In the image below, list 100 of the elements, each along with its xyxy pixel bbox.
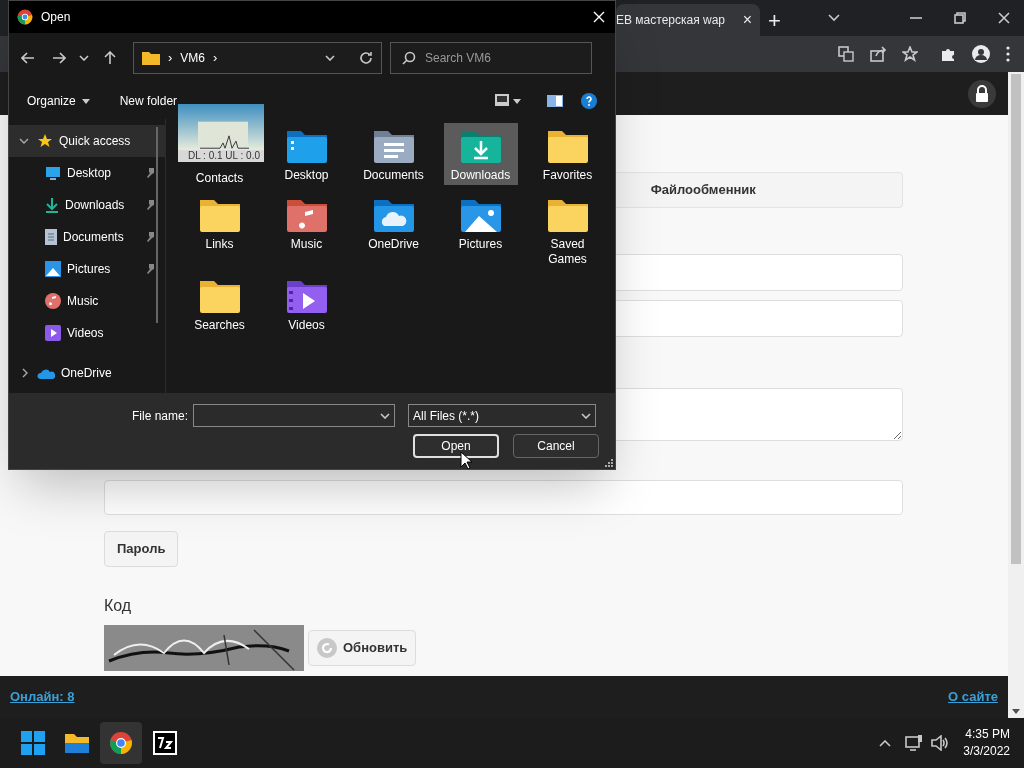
- file-name-field[interactable]: [193, 404, 395, 427]
- nav-item-label: Downloads: [65, 197, 126, 214]
- pin-icon: [145, 232, 155, 242]
- nav-item[interactable]: Videos: [9, 317, 165, 349]
- nav-item[interactable]: Documents: [9, 221, 165, 253]
- close-icon[interactable]: [998, 12, 1010, 24]
- star-icon: [37, 133, 53, 149]
- browser-icon: [109, 731, 133, 755]
- chevron-down-icon: [380, 412, 390, 419]
- dialog-title: Open: [41, 9, 72, 26]
- nav-item[interactable]: OneDrive: [9, 357, 165, 389]
- nav-item-label: Pictures: [67, 261, 112, 278]
- back-icon[interactable]: [21, 52, 35, 64]
- nav-item-label: Videos: [67, 325, 105, 342]
- path-separator[interactable]: ›: [213, 48, 218, 68]
- refresh-icon[interactable]: [359, 51, 373, 65]
- new-tab-button[interactable]: +: [768, 10, 781, 32]
- about-link[interactable]: О сайте: [948, 687, 998, 707]
- scrollbar[interactable]: [1008, 72, 1024, 718]
- folder-item[interactable]: Contacts: [182, 168, 257, 188]
- archive-icon: [153, 731, 177, 755]
- nav-item-label: Documents: [63, 229, 125, 246]
- nav-item[interactable]: Desktop: [9, 157, 165, 189]
- scroll-down-icon[interactable]: [1012, 709, 1020, 714]
- share-icon[interactable]: [870, 46, 886, 62]
- folder-item[interactable]: Downloads: [443, 123, 518, 185]
- download-icon: [45, 197, 59, 213]
- folder-item[interactable]: Music: [269, 192, 344, 254]
- tab-title: EB мастерская wap: [616, 12, 725, 29]
- chevron-down-icon: [581, 412, 591, 419]
- profile-icon[interactable]: [972, 45, 990, 63]
- pin-icon: [145, 168, 155, 178]
- nav-item-label: Music: [67, 293, 100, 310]
- translate-icon[interactable]: [838, 46, 854, 62]
- cancel-button[interactable]: Cancel: [513, 434, 599, 458]
- network-reading: DL : 0.1 UL : 0.0: [178, 150, 264, 162]
- nav-item[interactable]: Music: [9, 285, 165, 317]
- puzzle-icon[interactable]: [940, 46, 956, 62]
- organize-button[interactable]: Organize: [27, 92, 90, 110]
- scrollbar-thumb[interactable]: [156, 127, 158, 323]
- open-button[interactable]: Open: [413, 434, 499, 458]
- chevron-down-icon[interactable]: [325, 55, 335, 61]
- mouse-cursor-icon: [460, 451, 472, 469]
- folder-item[interactable]: Links: [182, 192, 257, 254]
- chevron-down-icon: [19, 138, 31, 144]
- picture-icon: [45, 261, 61, 277]
- up-icon[interactable]: [104, 51, 116, 65]
- nav-item-label: Desktop: [67, 165, 113, 182]
- address-bar[interactable]: › VM6 ›: [133, 42, 382, 74]
- close-tab-button[interactable]: ×: [742, 12, 752, 28]
- chevron-down-icon[interactable]: [79, 55, 89, 61]
- resize-grip-icon[interactable]: [605, 459, 613, 467]
- refresh-button[interactable]: Обновить: [308, 630, 417, 666]
- search-field[interactable]: Search VM6: [390, 42, 592, 74]
- cloud-icon: [37, 367, 55, 379]
- clock-date[interactable]: 3/3/2022: [963, 743, 1010, 760]
- path-separator[interactable]: ›: [168, 48, 173, 68]
- lock-icon[interactable]: [968, 79, 996, 108]
- document-icon: [45, 229, 57, 245]
- path-segment[interactable]: VM6: [180, 49, 206, 67]
- folder-item[interactable]: Desktop: [269, 123, 344, 185]
- help-icon[interactable]: [581, 93, 597, 109]
- refresh-icon: [317, 638, 337, 658]
- nav-item-label: OneDrive: [61, 365, 113, 382]
- folder-icon: [64, 732, 90, 754]
- folder-item[interactable]: Documents: [356, 123, 431, 185]
- search-icon: [402, 51, 416, 65]
- input-field[interactable]: [104, 480, 903, 515]
- forward-icon[interactable]: [52, 52, 66, 64]
- folder-item[interactable]: Searches: [182, 273, 257, 335]
- clock-time[interactable]: 4:35 PM: [965, 726, 1010, 743]
- view-icon[interactable]: [495, 94, 521, 108]
- caret-icon: [81, 98, 90, 104]
- pin-icon: [145, 264, 155, 274]
- file-type-dropdown[interactable]: All Files (*.*): [408, 404, 596, 427]
- nav-item[interactable]: Quick access: [9, 125, 165, 157]
- folder-item[interactable]: OneDrive: [356, 192, 431, 254]
- more-icon[interactable]: [1006, 46, 1010, 62]
- password-button[interactable]: Пароль: [104, 531, 179, 567]
- folder-icon: [142, 51, 160, 65]
- volume-icon[interactable]: [931, 735, 950, 751]
- monitor-icon: [45, 166, 61, 180]
- video-icon: [45, 325, 61, 341]
- new-folder-button[interactable]: New folder: [119, 92, 178, 110]
- nav-item[interactable]: Pictures: [9, 253, 165, 285]
- browser-tab[interactable]: EB мастерская wap ×: [616, 4, 760, 36]
- taskbar-app[interactable]: [100, 722, 142, 764]
- nav-item[interactable]: Downloads: [9, 189, 165, 221]
- windows-icon: [21, 731, 45, 755]
- nav-item-label: Quick access: [59, 133, 132, 150]
- online-count-link[interactable]: Онлайн: 8: [10, 687, 75, 707]
- folder-item[interactable]: Videos: [269, 273, 344, 335]
- file-name-label: File name:: [130, 407, 189, 425]
- restore-icon[interactable]: [954, 12, 966, 24]
- chevron-up-icon[interactable]: [879, 739, 892, 747]
- star-icon[interactable]: [902, 46, 918, 62]
- code-label: Код: [104, 597, 132, 614]
- network-icon[interactable]: [905, 735, 924, 751]
- chevron-down-icon[interactable]: [828, 14, 840, 22]
- pin-icon: [145, 200, 155, 210]
